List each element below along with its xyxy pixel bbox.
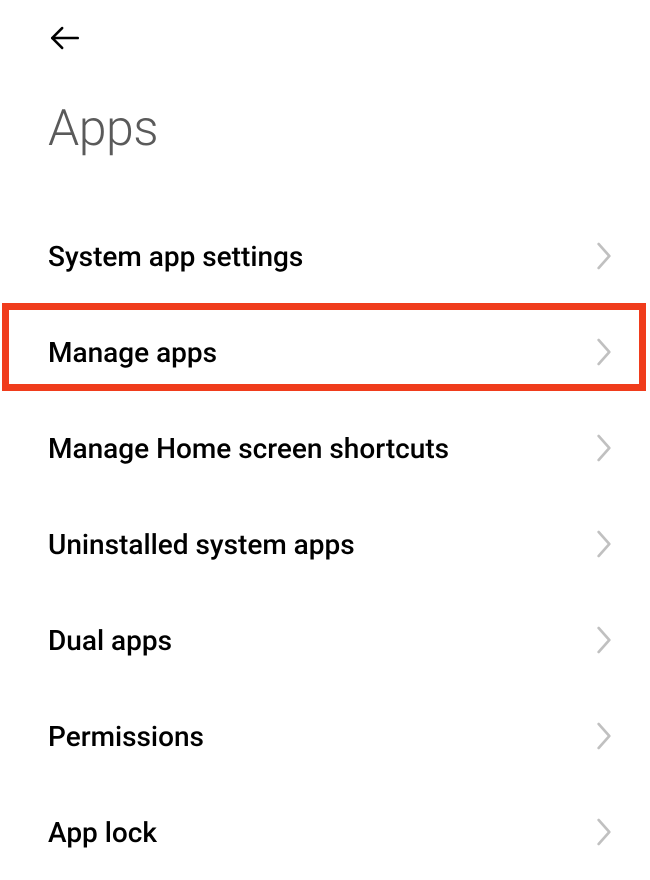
chevron-right-icon: [596, 529, 612, 559]
list-item-manage-apps[interactable]: Manage apps: [48, 304, 620, 400]
arrow-left-icon: [48, 21, 82, 59]
list-item-label: Dual apps: [48, 624, 172, 657]
list-item-dual-apps[interactable]: Dual apps: [48, 592, 620, 688]
page-title: Apps: [48, 100, 620, 158]
list-item-system-app-settings[interactable]: System app settings: [48, 208, 620, 304]
list-item-app-lock[interactable]: App lock: [48, 784, 620, 880]
list-item-label: Manage apps: [48, 336, 217, 369]
list-item-permissions[interactable]: Permissions: [48, 688, 620, 784]
list-item-label: Manage Home screen shortcuts: [48, 432, 449, 465]
chevron-right-icon: [596, 625, 612, 655]
back-button[interactable]: [48, 20, 88, 60]
settings-list: System app settings Manage apps Manage H…: [48, 208, 620, 880]
list-item-manage-home-screen-shortcuts[interactable]: Manage Home screen shortcuts: [48, 400, 620, 496]
list-item-label: System app settings: [48, 240, 303, 273]
list-item-label: Uninstalled system apps: [48, 528, 355, 561]
chevron-right-icon: [596, 721, 612, 751]
chevron-right-icon: [596, 241, 612, 271]
list-item-label: Permissions: [48, 720, 204, 753]
list-item-uninstalled-system-apps[interactable]: Uninstalled system apps: [48, 496, 620, 592]
chevron-right-icon: [596, 337, 612, 367]
list-item-label: App lock: [48, 816, 157, 849]
chevron-right-icon: [596, 817, 612, 847]
chevron-right-icon: [596, 433, 612, 463]
